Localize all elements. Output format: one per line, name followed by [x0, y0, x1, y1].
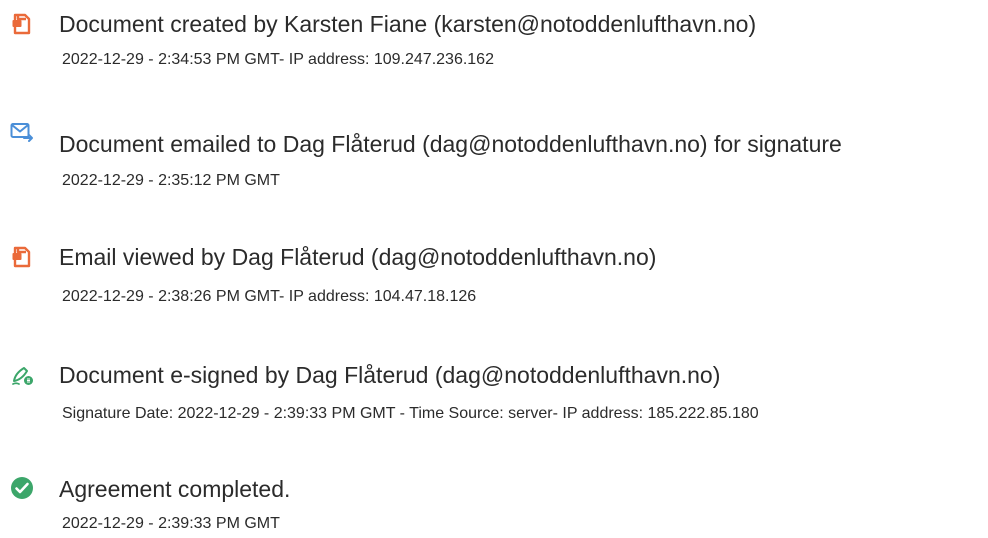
event-detail: 2022-12-29 - 2:38:26 PM GMT- IP address:…	[62, 288, 477, 305]
event-detail: 2022-12-29 - 2:35:12 PM GMT	[62, 172, 280, 189]
audit-event-completed: Agreement completed. 2022-12-29 - 2:39:3…	[10, 470, 985, 538]
event-title: Email viewed by Dag Flåterud (dag@notodd…	[59, 244, 657, 270]
event-title: Document emailed to Dag Flåterud (dag@no…	[59, 131, 842, 157]
audit-event-created: Document created by Karsten Fiane (karst…	[10, 10, 985, 80]
event-title: Document e-signed by Dag Flåterud (dag@n…	[59, 362, 721, 388]
audit-event-signed: Document e-signed by Dag Flåterud (dag@n…	[10, 355, 985, 425]
event-detail: Signature Date: 2022-12-29 - 2:39:33 PM …	[62, 405, 759, 422]
event-title: Agreement completed.	[59, 476, 291, 502]
event-title: Document created by Karsten Fiane (karst…	[59, 11, 757, 37]
event-detail: 2022-12-29 - 2:39:33 PM GMT	[62, 515, 280, 532]
pen-signed-icon	[10, 363, 34, 387]
email-sent-icon	[10, 120, 34, 144]
check-circle-icon	[10, 476, 34, 500]
document-created-icon	[10, 12, 34, 36]
document-viewed-icon	[10, 245, 34, 269]
audit-event-viewed: Email viewed by Dag Flåterud (dag@notodd…	[10, 240, 985, 310]
event-detail: 2022-12-29 - 2:34:53 PM GMT- IP address:…	[62, 51, 494, 68]
audit-event-emailed: Document emailed to Dag Flåterud (dag@no…	[10, 118, 985, 189]
